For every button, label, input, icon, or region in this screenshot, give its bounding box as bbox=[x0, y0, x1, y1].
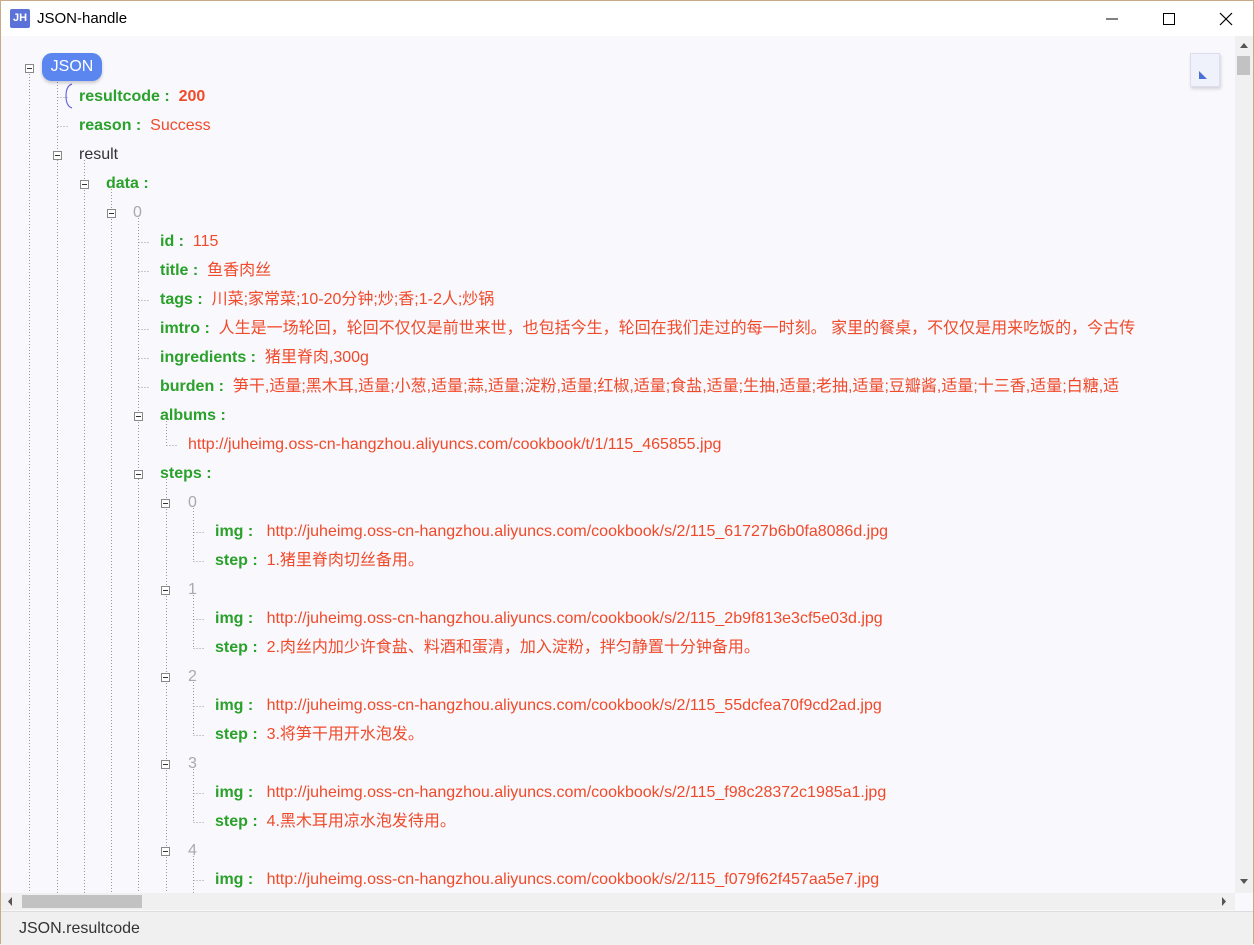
expand-panel-button[interactable] bbox=[1190, 53, 1220, 87]
corner-arrow-icon bbox=[1199, 71, 1207, 79]
json-tree-view[interactable]: JSON resultcode : 200 reason : Success r… bbox=[2, 36, 1235, 893]
tree-row[interactable]: 1 bbox=[188, 580, 197, 600]
minimize-button[interactable] bbox=[1084, 1, 1141, 36]
collapse-toggle-steps[interactable] bbox=[134, 470, 143, 479]
tree-row[interactable]: ingredients : 猪里脊肉,300g bbox=[160, 348, 369, 368]
status-bar: JSON.resultcode bbox=[1, 911, 1253, 945]
tree-row[interactable]: img : http://juheimg.oss-cn-hangzhou.ali… bbox=[215, 783, 886, 803]
scroll-left-icon[interactable] bbox=[3, 893, 17, 910]
status-path: JSON.resultcode bbox=[19, 920, 140, 937]
title-bar: JH JSON-handle bbox=[1, 1, 1253, 36]
root-node[interactable]: JSON bbox=[42, 53, 102, 81]
horizontal-scroll-thumb[interactable] bbox=[22, 895, 142, 908]
json-tree: JSON resultcode : 200 reason : Success r… bbox=[2, 36, 1235, 893]
collapse-toggle-step-4[interactable] bbox=[161, 847, 170, 856]
tree-row[interactable]: img : http://juheimg.oss-cn-hangzhou.ali… bbox=[215, 696, 882, 716]
scroll-up-icon[interactable] bbox=[1235, 38, 1253, 52]
vertical-scroll-thumb[interactable] bbox=[1237, 56, 1250, 75]
tree-row[interactable]: resultcode : 200 bbox=[79, 87, 205, 107]
collapse-toggle-result[interactable] bbox=[53, 151, 62, 160]
app-window: JH JSON-handle JSON resultcode: 200 rea… bbox=[0, 0, 1254, 945]
tree-row[interactable]: 0 bbox=[188, 493, 197, 513]
collapse-toggle-albums[interactable] bbox=[134, 412, 143, 421]
tree-row[interactable]: step : 3.将笋干用开水泡发。 bbox=[215, 725, 424, 745]
tree-row[interactable]: steps : bbox=[160, 464, 212, 484]
tree-row[interactable]: img : http://juheimg.oss-cn-hangzhou.ali… bbox=[215, 522, 888, 542]
tree-row[interactable]: step : 2.肉丝内加少许食盐、料酒和蛋清，加入淀粉，拌匀静置十分钟备用。 bbox=[215, 638, 760, 658]
tree-row[interactable]: id : 115 bbox=[160, 232, 218, 252]
scroll-down-icon[interactable] bbox=[1235, 874, 1253, 888]
vertical-scrollbar[interactable] bbox=[1235, 36, 1253, 893]
tree-row[interactable]: 2 bbox=[188, 667, 197, 687]
tree-row[interactable]: data : bbox=[106, 174, 149, 194]
tree-row[interactable]: step : 1.猪里脊肉切丝备用。 bbox=[215, 551, 424, 571]
maximize-icon bbox=[1163, 13, 1175, 25]
minimize-icon bbox=[1106, 18, 1118, 20]
tree-row[interactable]: step : 4.黑木耳用凉水泡发待用。 bbox=[215, 812, 456, 832]
tree-row[interactable]: 4 bbox=[188, 841, 197, 861]
collapse-toggle-root[interactable] bbox=[25, 64, 34, 73]
tree-row[interactable]: title : 鱼香肉丝 bbox=[160, 261, 271, 281]
tree-row[interactable]: http://juheimg.oss-cn-hangzhou.aliyuncs.… bbox=[188, 435, 721, 455]
tree-row[interactable]: tags : 川菜;家常菜;10-20分钟;炒;香;1-2人;炒锅 bbox=[160, 290, 494, 310]
tree-row[interactable]: 0 bbox=[133, 203, 142, 223]
close-button[interactable] bbox=[1198, 1, 1254, 36]
collapse-toggle-step-3[interactable] bbox=[161, 760, 170, 769]
scroll-right-icon[interactable] bbox=[1217, 893, 1231, 910]
tree-row[interactable]: img : http://juheimg.oss-cn-hangzhou.ali… bbox=[215, 870, 879, 890]
tree-row[interactable]: burden : 笋干,适量;黑木耳,适量;小葱,适量;蒜,适量;淀粉,适量;红… bbox=[160, 377, 1119, 397]
tree-row[interactable]: imtro : 人生是一场轮回，轮回不仅仅是前世来世，也包括今生，轮回在我们走过… bbox=[160, 319, 1135, 339]
collapse-toggle-data[interactable] bbox=[80, 180, 89, 189]
collapse-toggle-data-0[interactable] bbox=[107, 209, 116, 218]
tree-row[interactable]: 3 bbox=[188, 754, 197, 774]
collapse-toggle-step-1[interactable] bbox=[161, 586, 170, 595]
tree-row[interactable]: albums : bbox=[160, 406, 226, 426]
collapse-toggle-step-0[interactable] bbox=[161, 499, 170, 508]
maximize-button[interactable] bbox=[1141, 1, 1198, 36]
tree-row[interactable]: result bbox=[79, 145, 118, 165]
tree-row[interactable]: img : http://juheimg.oss-cn-hangzhou.ali… bbox=[215, 609, 883, 629]
horizontal-scrollbar[interactable] bbox=[1, 893, 1235, 910]
collapse-toggle-step-2[interactable] bbox=[161, 673, 170, 682]
close-icon bbox=[1219, 12, 1233, 26]
app-icon: JH bbox=[10, 9, 30, 28]
window-title: JSON-handle bbox=[37, 10, 128, 27]
tree-row[interactable]: reason : Success bbox=[79, 116, 211, 136]
